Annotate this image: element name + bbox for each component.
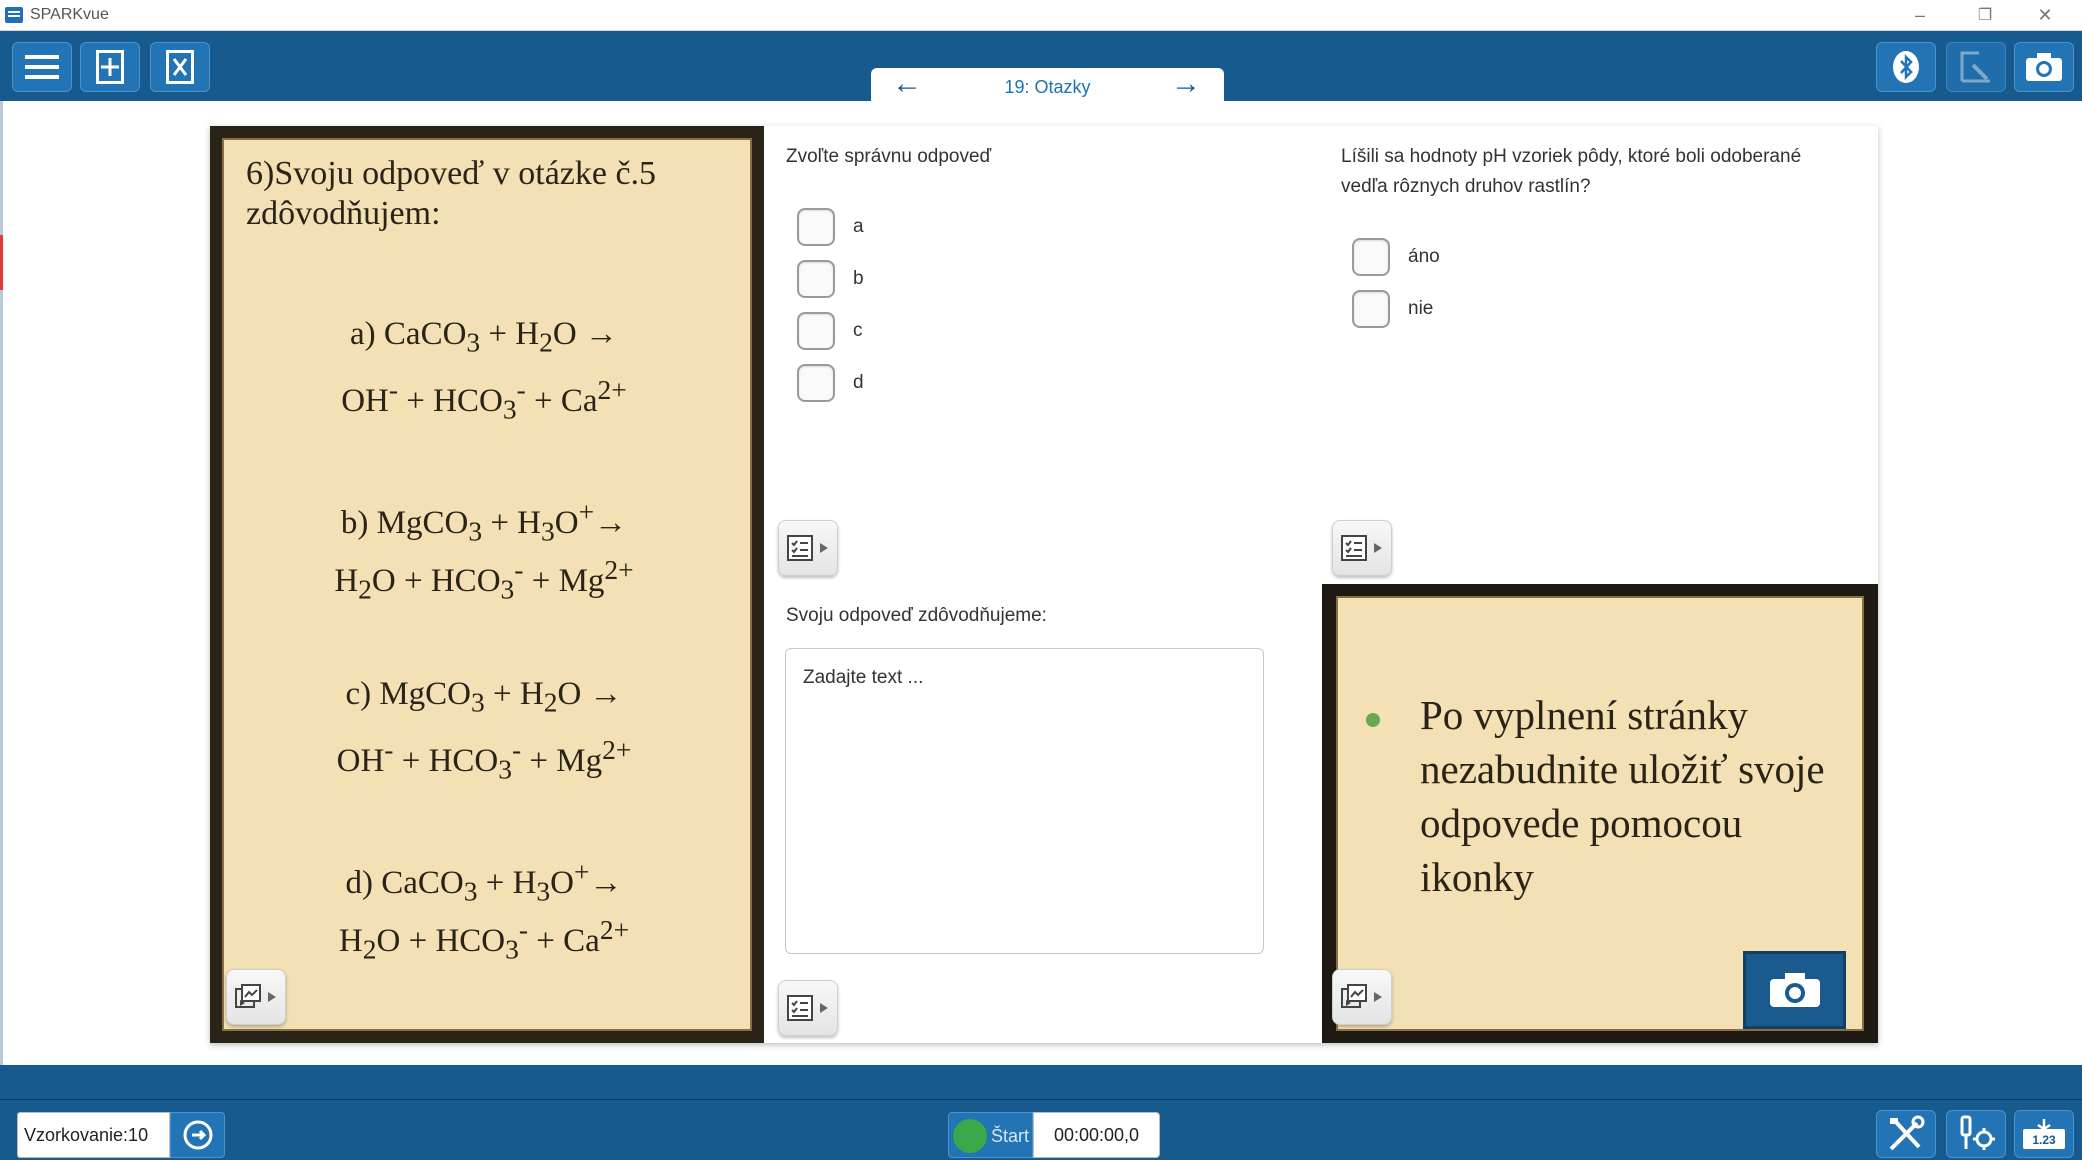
- checklist-icon: [787, 995, 813, 1021]
- equation-d-line2: H2O + HCO3- + Ca2+: [338, 914, 630, 965]
- close-experiment-button[interactable]: [150, 42, 210, 92]
- question2-prompt-line2: vedľa rôznych druhov rastlín?: [1341, 176, 1591, 197]
- question2-option-ano[interactable]: áno: [1352, 238, 1440, 276]
- equation-c-line1: c) MgCO3 + H2O →: [345, 676, 623, 718]
- minimize-button[interactable]: –: [1890, 0, 1950, 31]
- elapsed-time: 00:00:00,0: [1033, 1112, 1160, 1158]
- question2-tool-button[interactable]: [1332, 520, 1392, 576]
- digits-display-icon: 1.23: [2023, 1119, 2065, 1149]
- camera-icon: [1769, 973, 1820, 1007]
- question1-option-d[interactable]: d: [797, 364, 864, 402]
- menu-button[interactable]: [12, 42, 72, 92]
- checkbox[interactable]: [1352, 290, 1390, 328]
- checkbox[interactable]: [797, 260, 835, 298]
- save-reminder-text: Po vyplnení stránky nezabudnite uložiť s…: [1420, 692, 1825, 900]
- checklist-icon: [1341, 535, 1367, 561]
- checkbox[interactable]: [797, 364, 835, 402]
- equation-a-line1: a) CaCO3 + H2O →: [350, 316, 618, 358]
- close-window-button[interactable]: ✕: [2015, 0, 2075, 31]
- checkbox[interactable]: [1352, 238, 1390, 276]
- equation-c-line2: OH- + HCO3- + Mg2+: [336, 734, 632, 785]
- start-indicator-icon: [953, 1119, 987, 1153]
- text-tool-button[interactable]: [778, 980, 838, 1036]
- question1-option-c[interactable]: c: [797, 312, 863, 350]
- question1-tool-button[interactable]: [778, 520, 838, 576]
- bullet-icon: [1366, 713, 1380, 727]
- add-page-icon: [96, 50, 124, 84]
- camera-icon: [2026, 53, 2062, 81]
- add-page-button[interactable]: [80, 42, 140, 92]
- equation-b-line1: b) MgCO3 + H3O+→: [340, 496, 628, 547]
- justification-label: Svoju odpoveď zdôvodňujeme:: [786, 605, 1047, 626]
- svg-text:1.23: 1.23: [2032, 1133, 2056, 1147]
- question1-prompt: Zvoľte správnu odpoveď: [786, 146, 992, 167]
- question2-prompt-line1: Líšili sa hodnoty pH vzoriek pôdy, ktoré…: [1341, 146, 1802, 167]
- title-bar: SPARKvue – ❐ ✕: [0, 0, 2082, 31]
- camera-reminder-button: [1743, 951, 1846, 1029]
- next-page-arrow-icon[interactable]: →: [1166, 69, 1206, 100]
- image-settings-icon: [235, 984, 261, 1008]
- question1-option-b[interactable]: b: [797, 260, 864, 298]
- equation-d-line1: d) CaCO3 + H3O+→: [345, 856, 623, 907]
- menu-icon: [25, 55, 59, 79]
- screenshot-button[interactable]: [2014, 42, 2074, 92]
- justification-text-input[interactable]: Zadajte text ...: [785, 648, 1264, 954]
- app-title: SPARKvue: [30, 6, 109, 23]
- page-navigator: ← 19: Otazky →: [871, 68, 1224, 101]
- equation-b-line2: H2O + HCO3- + Mg2+: [334, 554, 634, 605]
- chemistry-question-text: 6)Svoju odpoveď v otázke č.5 zdôvodňujem…: [246, 155, 657, 232]
- start-label: Štart: [991, 1126, 1030, 1146]
- reminder-card: Po vyplnení stránky nezabudnite uložiť s…: [1336, 596, 1864, 1031]
- start-button[interactable]: Štart: [948, 1112, 1033, 1158]
- expand-triangle-icon: [1374, 992, 1382, 1002]
- close-experiment-icon: [166, 50, 194, 84]
- expand-triangle-icon: [268, 992, 276, 1002]
- justification-placeholder: Zadajte text ...: [803, 667, 924, 688]
- annotation-icon: [1960, 51, 1990, 83]
- image-tool-button[interactable]: [226, 969, 286, 1025]
- bottom-strip: [0, 1065, 2082, 1100]
- tools-icon: [1889, 1115, 1925, 1151]
- image-settings-icon: [1341, 984, 1367, 1008]
- checklist-icon: [787, 535, 813, 561]
- page-title[interactable]: 19: Otazky: [951, 77, 1144, 98]
- question2-prompt: Líšili sa hodnoty pH vzoriek pôdy, ktoré…: [1341, 142, 1801, 202]
- annotation-button[interactable]: [1946, 42, 2006, 92]
- expand-triangle-icon: [1374, 543, 1382, 553]
- chemistry-card: 6)Svoju odpoveď v otázke č.5 zdôvodňujem…: [222, 138, 752, 1031]
- periodic-sampling-icon: [183, 1120, 212, 1150]
- sampling-mode-button[interactable]: [170, 1112, 225, 1158]
- question1-option-a[interactable]: a: [797, 208, 864, 246]
- previous-page-arrow-icon[interactable]: ←: [887, 69, 927, 100]
- sensor-settings-button[interactable]: [1946, 1110, 2006, 1158]
- checkbox[interactable]: [797, 312, 835, 350]
- bluetooth-button[interactable]: [1876, 42, 1936, 92]
- digits-display-button[interactable]: 1.23: [2014, 1110, 2074, 1158]
- tools-button[interactable]: [1876, 1110, 1936, 1158]
- checkbox[interactable]: [797, 208, 835, 246]
- equation-a-line2: OH- + HCO3- + Ca2+: [341, 374, 627, 425]
- sampling-rate-field[interactable]: Vzorkovanie:10 Hz: [17, 1112, 170, 1158]
- sparkvue-logo-icon: [5, 7, 23, 23]
- sensor-settings-icon: [1960, 1115, 1995, 1150]
- expand-triangle-icon: [820, 543, 828, 553]
- chemistry-question-panel: 6)Svoju odpoveď v otázke č.5 zdôvodňujem…: [210, 126, 764, 1043]
- bottom-toolbar: Vzorkovanie:10 Hz Štart 00:00:00,0 1.23: [0, 1100, 2082, 1160]
- restore-button[interactable]: ❐: [1955, 0, 2015, 31]
- question2-option-nie[interactable]: nie: [1352, 290, 1433, 328]
- image-tool-button-2[interactable]: [1332, 969, 1392, 1025]
- page-canvas: 6)Svoju odpoveď v otázke č.5 zdôvodňujem…: [210, 126, 1878, 1043]
- expand-triangle-icon: [820, 1003, 828, 1013]
- save-reminder-panel: Po vyplnení stránky nezabudnite uložiť s…: [1322, 584, 1878, 1043]
- bluetooth-icon: [1893, 51, 1919, 83]
